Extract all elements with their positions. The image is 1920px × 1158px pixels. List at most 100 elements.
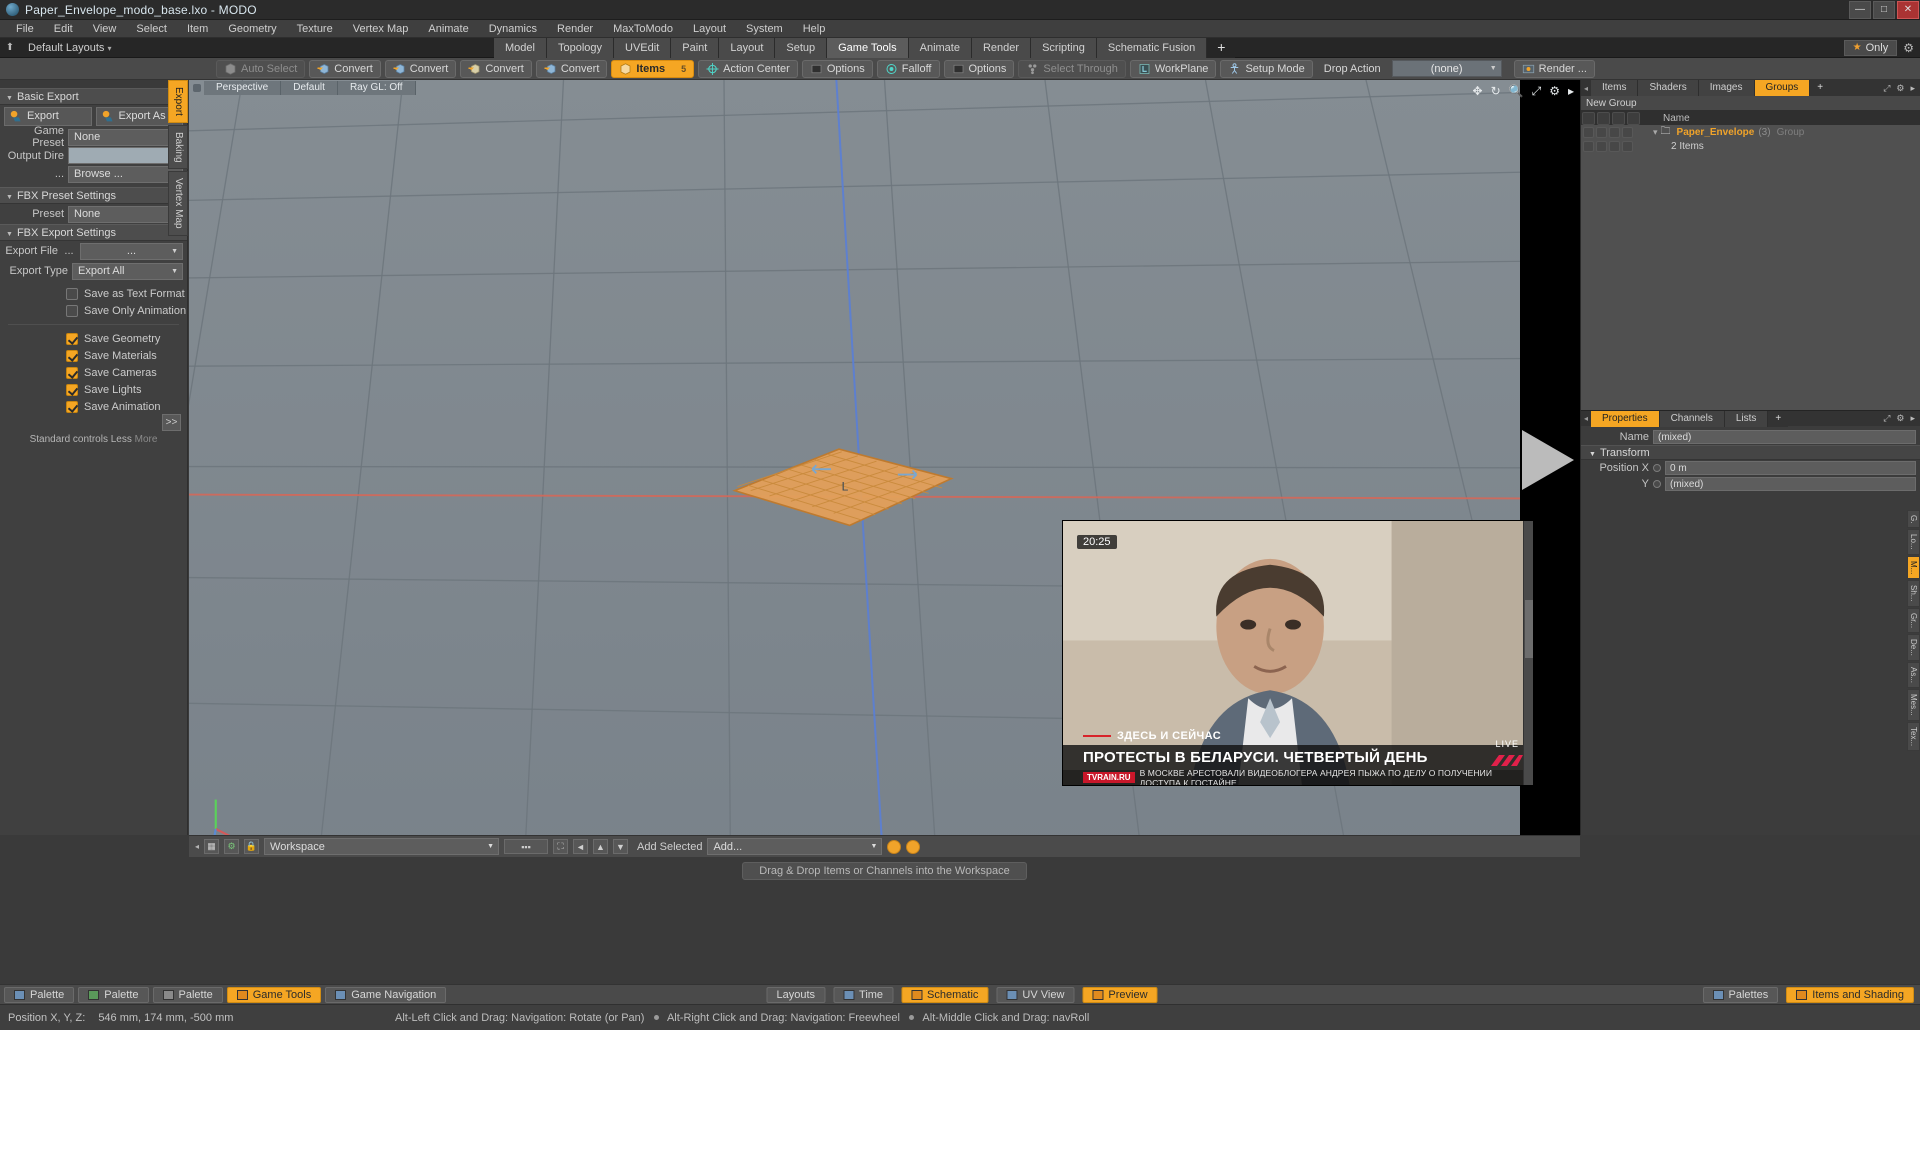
checkbox-save-materials[interactable]: Save Materials: [0, 347, 187, 364]
rvtab-0[interactable]: G.: [1907, 510, 1920, 529]
export-file-input[interactable]: ... ▼: [80, 242, 183, 260]
grid-icon[interactable]: ▦: [204, 839, 220, 854]
items-and-shading-button[interactable]: Items and Shading: [1786, 986, 1914, 1003]
checkbox-save-only-animation[interactable]: Save Only Animation: [0, 302, 187, 319]
home-icon[interactable]: ⬆: [0, 42, 20, 53]
add-selected-label[interactable]: Add Selected: [637, 841, 702, 853]
menu-item-layout[interactable]: Layout: [683, 20, 736, 38]
tab-topology[interactable]: Topology: [546, 38, 615, 58]
ptab-lists[interactable]: Lists: [1724, 410, 1769, 427]
palette-button-1[interactable]: Palette: [4, 986, 75, 1003]
close-button[interactable]: ✕: [1897, 0, 1919, 19]
position-y-input[interactable]: (mixed): [1665, 477, 1916, 491]
rvtab-7[interactable]: Mes...: [1907, 688, 1920, 721]
palette-button-2[interactable]: Palette: [78, 986, 149, 1003]
chevron-right-icon[interactable]: ▸: [1910, 413, 1915, 424]
game-preset-dropdown[interactable]: None ▼: [68, 128, 183, 146]
layouts-button[interactable]: Layouts: [766, 986, 826, 1003]
less-button[interactable]: Less: [111, 434, 132, 445]
align-icon[interactable]: ▪▪▪: [504, 839, 549, 854]
menu-item-animate[interactable]: Animate: [418, 20, 478, 38]
render-icon[interactable]: [1609, 140, 1620, 152]
keyframe-dot-icon[interactable]: [1653, 464, 1661, 472]
expand-panel-button[interactable]: >>: [162, 414, 181, 431]
menu-item-view[interactable]: View: [83, 20, 127, 38]
menu-item-vertex-map[interactable]: Vertex Map: [343, 20, 419, 38]
tab-model[interactable]: Model: [494, 38, 547, 58]
action-center-options-button[interactable]: Options: [801, 59, 873, 78]
menu-item-file[interactable]: File: [6, 20, 44, 38]
vtab-vertex-map[interactable]: Vertex Map: [168, 171, 188, 237]
game-navigation-button[interactable]: Game Navigation: [325, 986, 447, 1003]
orange-orb-icon-2[interactable]: [906, 839, 921, 854]
chevron-right-icon[interactable]: ▸: [1568, 84, 1574, 99]
orange-orb-icon-1[interactable]: [887, 839, 902, 854]
gear-green-icon[interactable]: ⚙: [224, 839, 240, 854]
vtab-baking[interactable]: Baking: [168, 124, 188, 170]
expand-icon[interactable]: ⤢: [1883, 83, 1890, 94]
checkbox-box[interactable]: [66, 287, 78, 300]
output-dir-input[interactable]: [68, 147, 183, 164]
transform-section-header[interactable]: ▼ Transform: [1581, 445, 1920, 460]
table-row[interactable]: ▾ 🗀 Paper_Envelope (3) Group: [1581, 125, 1920, 139]
auto-select-button[interactable]: Auto Select: [216, 59, 306, 78]
checkbox-box[interactable]: [66, 332, 78, 345]
group-list-body[interactable]: ▾ 🗀 Paper_Envelope (3) Group 2 Items: [1581, 125, 1920, 410]
convert-polygon-button[interactable]: Convert: [460, 59, 532, 78]
ptab-properties[interactable]: Properties: [1591, 410, 1660, 427]
menu-item-geometry[interactable]: Geometry: [218, 20, 286, 38]
rtab-items[interactable]: Items: [1591, 80, 1639, 96]
preset-dropdown[interactable]: None ▼: [68, 205, 183, 223]
setup-mode-button[interactable]: Setup Mode: [1220, 59, 1313, 78]
rtab-add[interactable]: +: [1810, 80, 1831, 96]
expand-triangle-icon[interactable]: ▾: [1653, 127, 1658, 138]
drop-action-dropdown[interactable]: (none) ▼: [1391, 60, 1502, 77]
ptab-channels[interactable]: Channels: [1659, 410, 1725, 427]
name-input[interactable]: (mixed): [1653, 430, 1916, 444]
gear-icon[interactable]: ⚙: [1896, 83, 1904, 94]
vtab-export[interactable]: Export: [168, 80, 188, 123]
video-overlay-window[interactable]: 20:25 ЗДЕСЬ И СЕЙЧАС ПРОТЕСТЫ В БЕЛАРУСИ…: [1062, 520, 1534, 786]
scrollbar-thumb[interactable]: [1525, 600, 1533, 659]
uv-view-button[interactable]: UV View: [996, 986, 1075, 1003]
down-arrow-icon[interactable]: ▼: [613, 839, 629, 854]
rvtab-6[interactable]: As...: [1907, 661, 1920, 688]
add-dropdown[interactable]: Add... ▼: [707, 838, 883, 855]
palettes-button[interactable]: Palettes: [1702, 986, 1779, 1003]
fbx-preset-settings-header[interactable]: ▼ FBX Preset Settings: [0, 187, 187, 204]
select-through-button[interactable]: Select Through: [1018, 59, 1126, 78]
export-button[interactable]: Export: [4, 106, 92, 126]
convert-edge-button[interactable]: Convert: [384, 59, 457, 78]
expand-icon[interactable]: ⤢: [1883, 413, 1890, 424]
lock-icon[interactable]: 🔒: [244, 839, 260, 854]
tab-scripting[interactable]: Scripting: [1031, 38, 1097, 58]
falloff-options-button[interactable]: Options: [943, 59, 1015, 78]
minimize-button[interactable]: —: [1849, 0, 1871, 19]
tab-render[interactable]: Render: [971, 38, 1032, 58]
menu-item-item[interactable]: Item: [177, 20, 218, 38]
menu-item-system[interactable]: System: [736, 20, 793, 38]
schematic-button[interactable]: Schematic: [901, 986, 989, 1003]
convert-item-button[interactable]: Convert: [535, 59, 608, 78]
up-arrow-icon[interactable]: ▲: [593, 839, 609, 854]
workplane-button[interactable]: WorkPlane: [1129, 59, 1217, 78]
tab-animate[interactable]: Animate: [908, 38, 972, 58]
only-button[interactable]: ★ Only: [1843, 39, 1898, 56]
render-icon[interactable]: [1609, 126, 1620, 138]
viewport-tab-perspective[interactable]: Perspective: [204, 81, 282, 95]
chevron-left-icon[interactable]: ◂: [1581, 414, 1591, 423]
checkbox-save-as-text-format[interactable]: Save as Text Format: [0, 285, 187, 302]
rvtab-5[interactable]: De...: [1907, 633, 1920, 661]
items-button[interactable]: Items 5: [611, 59, 695, 78]
viewport-menu-icon[interactable]: [193, 84, 201, 92]
falloff-button[interactable]: Falloff: [876, 59, 940, 78]
rtab-shaders[interactable]: Shaders: [1638, 80, 1699, 96]
schematic-dropzone[interactable]: Drag & Drop Items or Channels into the W…: [189, 862, 1580, 880]
checkbox-save-lights[interactable]: Save Lights: [0, 381, 187, 398]
select-icon[interactable]: [1622, 126, 1633, 138]
convert-vertex-button[interactable]: Convert: [309, 59, 381, 78]
action-center-button[interactable]: Action Center: [698, 59, 798, 78]
table-row[interactable]: 2 Items: [1581, 139, 1920, 153]
fbx-export-settings-header[interactable]: ▼ FBX Export Settings: [0, 224, 187, 241]
render-button[interactable]: Render ...: [1513, 59, 1595, 78]
